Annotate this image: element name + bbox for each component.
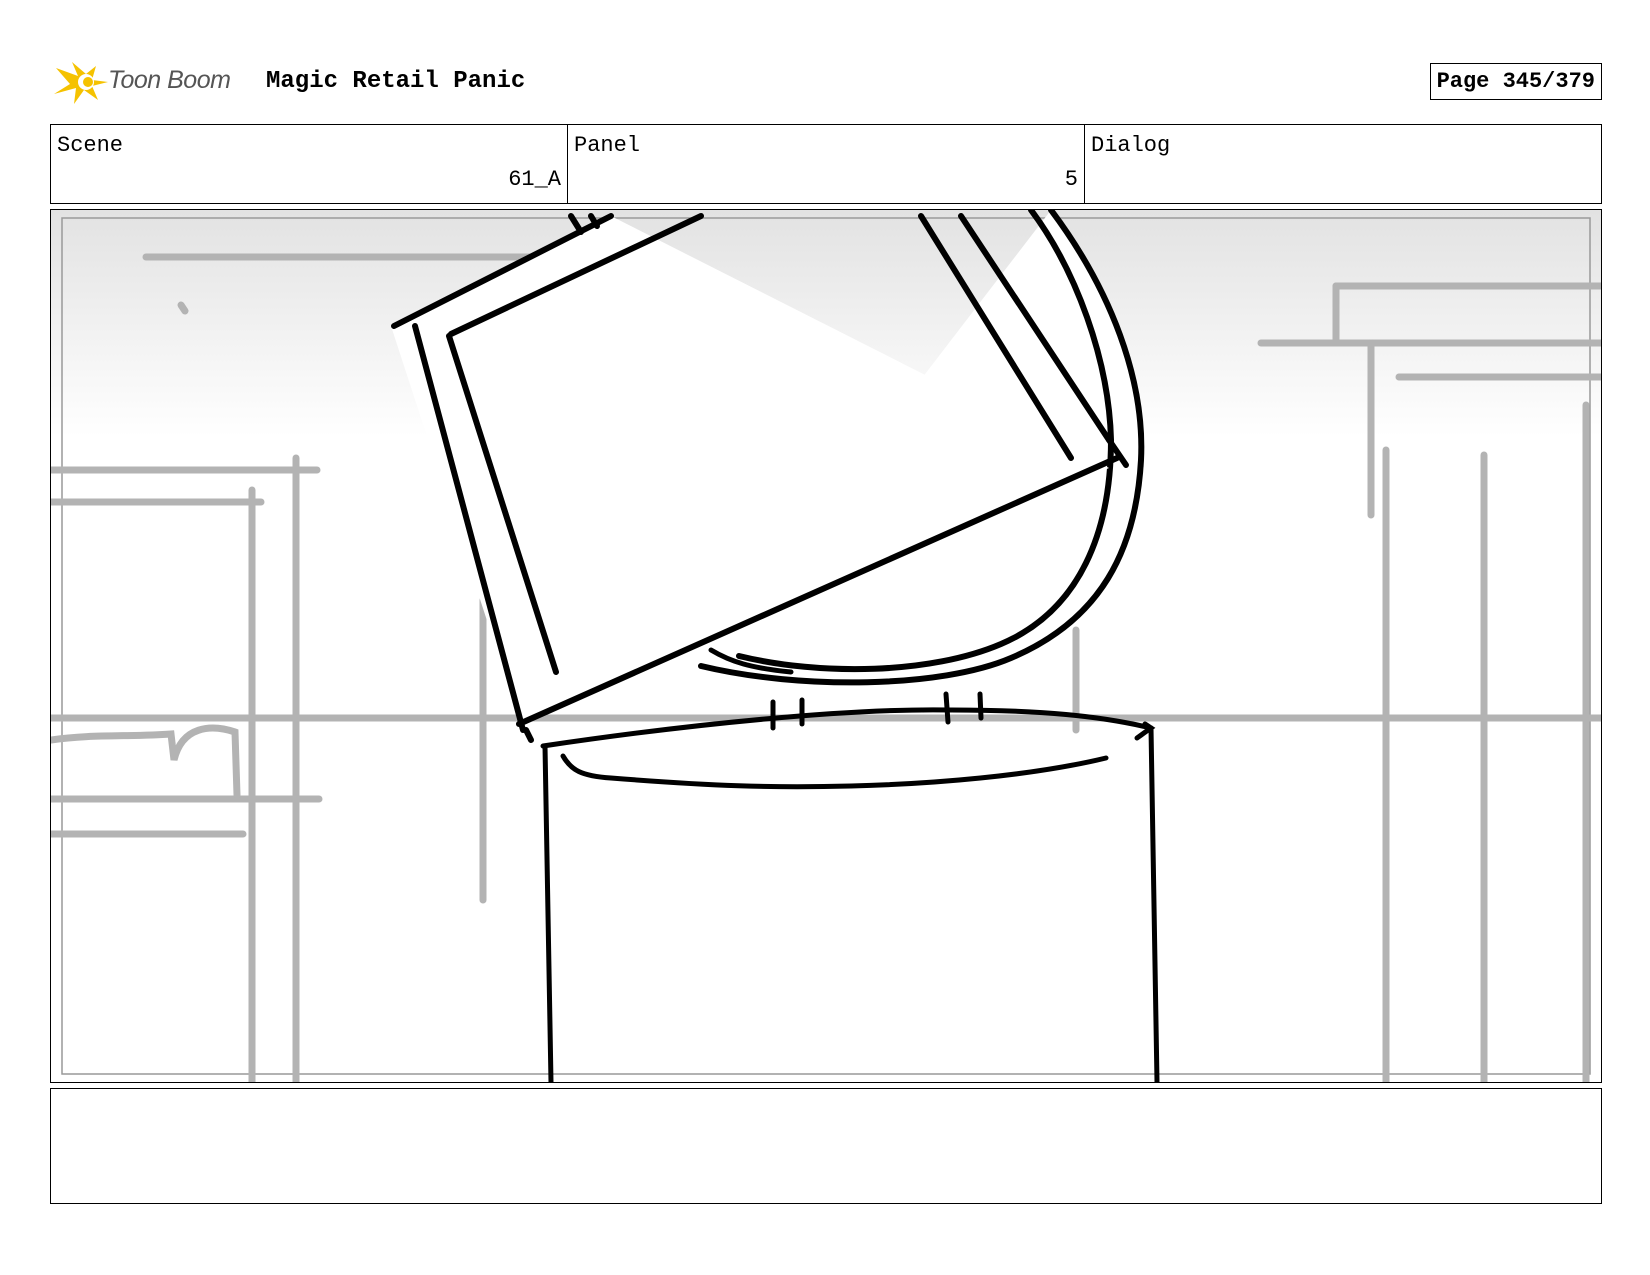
scene-label: Scene (57, 133, 124, 158)
panel-info-row: Scene 61_A Panel 5 Dialog (50, 124, 1602, 204)
notes-box (50, 1088, 1602, 1204)
logo-text: Toon Boom (108, 66, 231, 94)
dialog-label: Dialog (1091, 133, 1171, 158)
panel-cell: Panel 5 (568, 125, 1085, 203)
storyboard-panel (50, 209, 1602, 1083)
page-number: Page 345/379 (1429, 63, 1602, 100)
toon-boom-star-icon (54, 62, 108, 104)
dialog-cell: Dialog (1085, 125, 1601, 203)
panel-label: Panel (574, 133, 641, 158)
page-header: Toon Boom Magic Retail Panic Page 345/37… (50, 56, 1602, 108)
panel-sketch (51, 210, 1601, 1082)
toon-boom-logo: Toon Boom (52, 58, 252, 106)
scene-cell: Scene 61_A (51, 125, 568, 203)
panel-value: 5 (1064, 167, 1078, 192)
project-title: Magic Retail Panic (266, 68, 526, 95)
scene-value: 61_A (508, 167, 561, 192)
